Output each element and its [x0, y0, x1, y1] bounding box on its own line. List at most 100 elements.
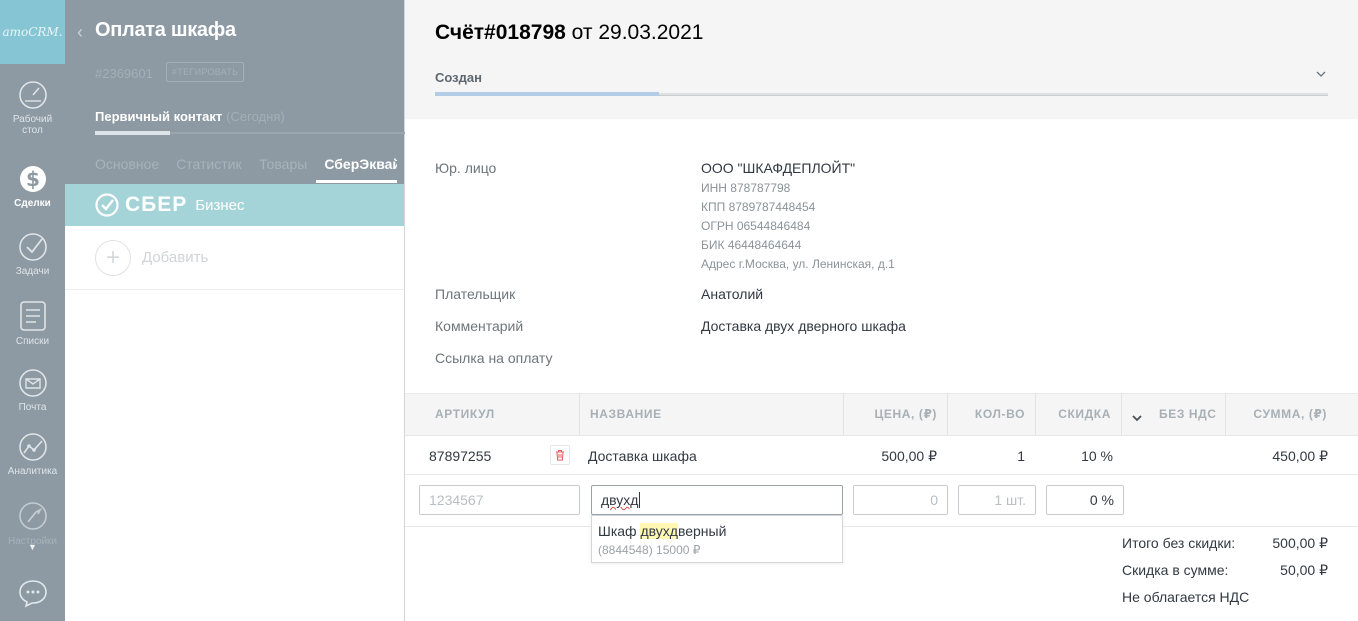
nav-deals[interactable]: $ Сделки	[0, 160, 65, 209]
settings-wrench-icon	[18, 502, 47, 530]
analytics-icon	[18, 433, 47, 461]
app-logo[interactable]: amoCRM.	[0, 0, 65, 64]
status-chevron-down-icon[interactable]	[1316, 67, 1326, 81]
task-check-icon	[18, 233, 47, 261]
trash-icon	[556, 450, 564, 461]
left-nav-rail: amoCRM. Рабочий стол $ Сделки Задачи Спи…	[0, 0, 65, 621]
bik: БИК 46448464644	[701, 238, 802, 252]
lead-title[interactable]: Оплата шкафа	[95, 19, 236, 42]
invoice-header: Счёт#018798 от 29.03.2021 Создан	[405, 0, 1358, 119]
row-sum: 450,00 ₽	[1272, 448, 1328, 464]
col-divider	[1121, 394, 1122, 435]
stage-date: (Сегодня)	[226, 109, 285, 124]
table-row[interactable]: 87897255 Доставка шкафа 500,00 ₽ 1 10 % …	[405, 436, 1358, 475]
lead-header: ‹ Оплата шкафа #2369601 #ТЕГИРОВАТЬ Перв…	[65, 0, 405, 184]
tab-sberequiring[interactable]: СберЭквай	[316, 156, 397, 183]
vat-exempt-label: Не облагается НДС	[1122, 589, 1250, 605]
mail-icon	[18, 369, 47, 397]
new-product-row: двухд 0 %	[405, 475, 1358, 527]
suggestion-details: (8844548) 15000 ₽	[598, 543, 701, 557]
col-sku: АРТИКУЛ	[435, 407, 495, 421]
kpp: КПП 8789787448454	[701, 200, 816, 214]
tab-products[interactable]: Товары	[259, 156, 307, 183]
back-chevron-icon[interactable]: ‹	[77, 22, 83, 43]
chat-icon[interactable]	[17, 578, 49, 613]
col-discount: СКИДКА	[1058, 407, 1111, 421]
add-label: Добавить	[142, 249, 209, 266]
product-name-value: двухд	[601, 492, 639, 508]
row-name: Доставка шкафа	[588, 448, 697, 464]
nav-dashboard[interactable]: Рабочий стол	[0, 80, 65, 136]
dollar-icon: $	[19, 166, 46, 192]
invoice-date: 29.03.2021	[598, 21, 704, 44]
comment-label: Комментарий	[435, 318, 524, 334]
payment-link-label: Ссылка на оплату	[435, 350, 553, 366]
invoice-status[interactable]: Создан	[435, 70, 482, 85]
product-name-input[interactable]: двухд	[591, 485, 843, 515]
invoice-panel: Счёт#018798 от 29.03.2021 Создан Юр. лиц…	[405, 0, 1358, 621]
sku-input[interactable]	[419, 485, 580, 515]
stage-progress-fill	[95, 131, 170, 135]
nav-lists-label: Списки	[15, 336, 50, 347]
col-qty: КОЛ-ВО	[974, 407, 1025, 421]
discount-sum-label: Скидка в сумме:	[1122, 562, 1229, 578]
total-no-discount-value: 500,00 ₽	[1272, 535, 1328, 551]
lead-card-panel: ‹ Оплата шкафа #2369601 #ТЕГИРОВАТЬ Перв…	[65, 0, 405, 621]
discount-sum-value: 50,00 ₽	[1280, 562, 1328, 578]
lists-icon	[19, 301, 46, 331]
nav-mail-label: Почта	[18, 402, 47, 413]
rail-more-chevron-icon[interactable]: ▼	[28, 542, 37, 552]
payer-label: Плательщик	[435, 286, 516, 302]
address: Адрес г.Москва, ул. Ленинская, д.1	[701, 257, 895, 271]
suggestion-name-suffix: верный	[677, 523, 727, 539]
invoice-title: Счёт#018798 от 29.03.2021	[435, 21, 703, 45]
row-sku: 87897255	[429, 448, 492, 464]
nav-settings[interactable]: Настройки	[0, 500, 65, 547]
delete-row-button[interactable]	[550, 445, 570, 465]
add-invoice-button[interactable]: + Добавить	[65, 226, 404, 290]
inn: ИНН 878787798	[701, 181, 791, 195]
price-input[interactable]	[853, 485, 948, 515]
nav-tasks[interactable]: Задачи	[0, 232, 65, 277]
legal-entity-label: Юр. лицо	[435, 160, 497, 176]
nav-dashboard-label: Рабочий стол	[12, 114, 53, 136]
svg-text:$: $	[26, 167, 40, 191]
status-progress-fill	[435, 92, 659, 96]
vat-chevron-down-icon[interactable]	[1132, 409, 1142, 427]
invoice-from: от	[571, 21, 593, 44]
nav-deals-label: Сделки	[14, 198, 51, 209]
nav-analytics[interactable]: Аналитика	[0, 432, 65, 477]
col-price: ЦЕНА, (₽)	[874, 407, 937, 421]
qty-input[interactable]	[958, 485, 1036, 515]
sber-business-widget[interactable]: СБЕР Бизнес	[65, 184, 404, 226]
comment-value[interactable]: Доставка двух дверного шкафа	[701, 318, 906, 334]
ogrn: ОГРН 06544846484	[701, 219, 811, 233]
nav-tasks-label: Задачи	[15, 266, 50, 277]
sber-logo-icon	[95, 193, 119, 217]
pipeline-stage[interactable]: Первичный контакт (Сегодня)	[95, 109, 285, 124]
nav-lists[interactable]: Списки	[0, 300, 65, 347]
total-no-discount-label: Итого без скидки:	[1122, 535, 1236, 551]
legal-entity-value[interactable]: ООО "ШКАФДЕПЛОЙТ"	[701, 160, 855, 176]
suggestion-item[interactable]: Шкаф двухдверный	[598, 523, 726, 539]
suggestion-name-prefix: Шкаф	[598, 523, 641, 539]
tab-main[interactable]: Основное	[95, 156, 159, 183]
dashboard-icon	[18, 81, 47, 109]
tag-button[interactable]: #ТЕГИРОВАТЬ	[166, 62, 245, 82]
row-discount: 10 %	[1081, 448, 1113, 464]
tab-statistics[interactable]: Статистика	[176, 156, 242, 183]
suggestion-match-highlight: двухд	[640, 523, 678, 539]
nav-mail[interactable]: Почта	[0, 368, 65, 413]
sber-subtitle: Бизнес	[195, 196, 245, 214]
invoice-number: Счёт#018798	[435, 21, 566, 44]
nav-analytics-label: Аналитика	[7, 466, 58, 477]
sber-brand: СБЕР	[125, 193, 188, 216]
col-name: НАЗВАНИЕ	[590, 407, 662, 421]
col-divider	[579, 394, 580, 435]
row-qty: 1	[1017, 448, 1025, 464]
col-vat[interactable]: БЕЗ НДС	[1159, 394, 1217, 435]
payer-value[interactable]: Анатолий	[701, 286, 763, 302]
lead-id: #2369601	[95, 66, 153, 81]
product-suggestion-dropdown: Шкаф двухдверный (8844548) 15000 ₽	[591, 515, 843, 563]
discount-input[interactable]: 0 %	[1046, 485, 1124, 515]
